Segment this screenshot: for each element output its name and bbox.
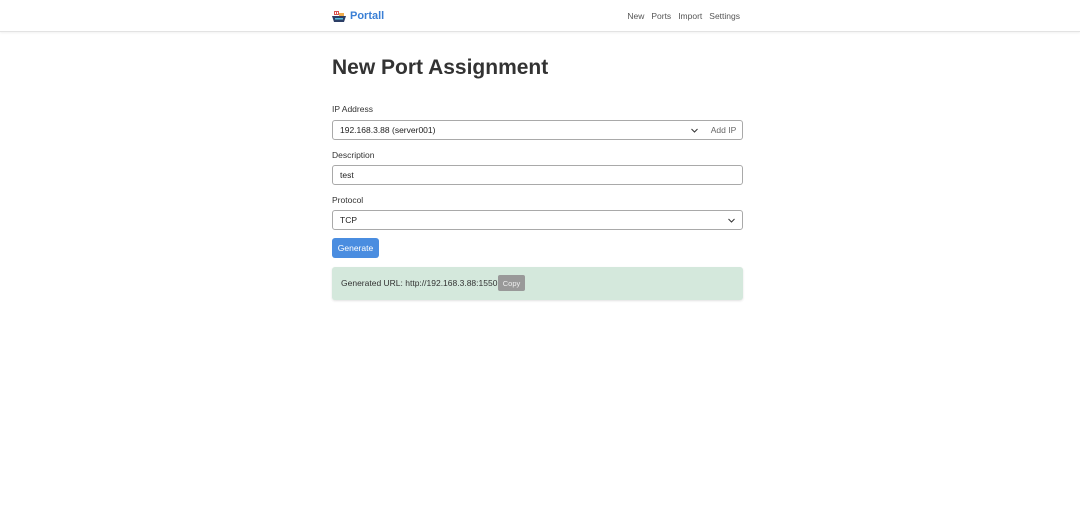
chevron-down-icon (691, 128, 698, 133)
nav-link-settings[interactable]: Settings (709, 11, 740, 21)
copy-button[interactable]: Copy (498, 275, 525, 291)
brand-link[interactable]: Portall (332, 8, 384, 24)
brand-name: Portall (350, 10, 385, 22)
description-input[interactable]: test (332, 165, 743, 185)
description-label: Description (332, 150, 375, 160)
protocol-value: TCP (340, 215, 357, 225)
nav-link-ports[interactable]: Ports (651, 11, 671, 21)
nav-links: New Ports Import Settings (627, 11, 740, 21)
navbar: Portall New Ports Import Settings (0, 0, 1080, 32)
ip-address-value: 192.168.3.88 (server001) (340, 125, 436, 135)
protocol-select[interactable]: TCP (332, 210, 743, 230)
description-value: test (340, 170, 354, 180)
chevron-down-icon (728, 218, 735, 223)
generated-url-alert: Generated URL: http://192.168.3.88:1550 … (332, 267, 743, 300)
add-ip-button[interactable]: Add IP (705, 120, 743, 140)
nav-link-import[interactable]: Import (678, 11, 702, 21)
generate-button[interactable]: Generate (332, 238, 379, 258)
ip-address-select[interactable]: 192.168.3.88 (server001) (332, 120, 706, 140)
generated-url-text: Generated URL: http://192.168.3.88:1550 (341, 278, 498, 288)
nav-link-new[interactable]: New (627, 11, 644, 21)
protocol-label: Protocol (332, 195, 364, 205)
page-title: New Port Assignment (332, 56, 549, 79)
ip-address-label: IP Address (332, 104, 373, 114)
ship-icon (332, 10, 346, 22)
